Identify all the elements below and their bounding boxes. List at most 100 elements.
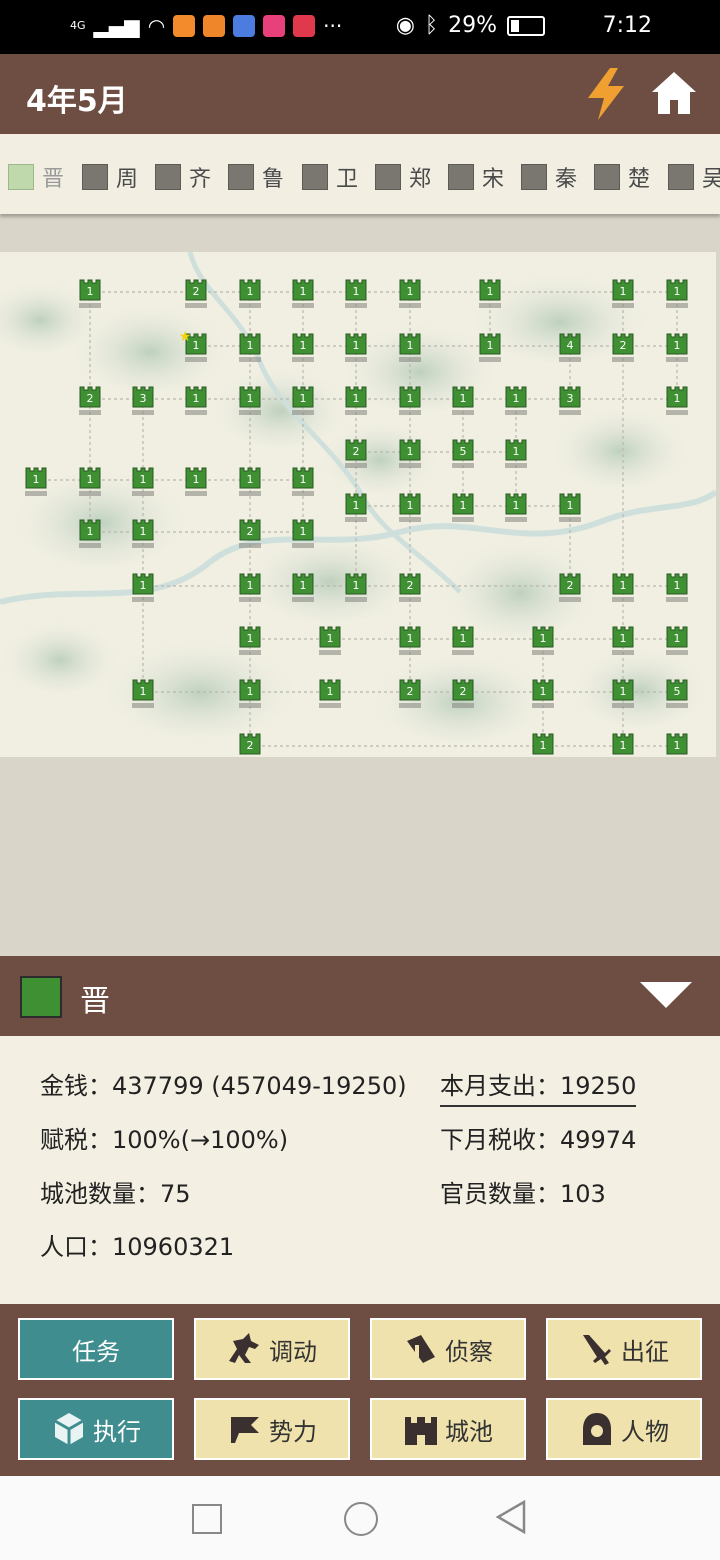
city-marker[interactable]: 1 [452,493,474,522]
city-marker[interactable]: 1 [239,573,261,602]
city-marker[interactable]: 1 [239,279,261,308]
chevron-down-icon[interactable] [640,982,692,1008]
city-marker[interactable]: 1 [239,333,261,362]
city-marker[interactable]: 2 [345,439,367,468]
scout-button[interactable]: 侦察 [370,1318,526,1380]
city-marker[interactable]: 2 [452,679,474,708]
city-marker[interactable]: 1 [292,519,314,548]
faction-filter-1[interactable]: 晋 [8,162,64,192]
map-canvas[interactable]: 1 2 1 1 1 1 1 1 1 1 1 1 1 1 1 4 2 1 2 3 1 1 1 1 1 1 1 3 1 2 1 5 1 1 1 1 1 1 1 1… [0,252,716,757]
city-marker[interactable]: 1 [345,279,367,308]
city-marker[interactable]: 2 [185,279,207,308]
city-marker[interactable]: 1 [452,626,474,655]
city-marker[interactable]: 1 [132,467,154,496]
city-marker[interactable]: 1 [239,679,261,708]
city-marker[interactable]: 1 [505,493,527,522]
back-button[interactable] [496,1500,526,1534]
expedition-button[interactable]: 出征 [546,1318,702,1380]
city-marker[interactable]: 1 [239,467,261,496]
city-marker[interactable]: 1 [79,519,101,548]
city-marker[interactable]: 2 [559,573,581,602]
city-marker[interactable]: 5 [666,679,688,708]
home-button[interactable] [344,1502,378,1536]
city-marker[interactable]: 1 [612,626,634,655]
monthly-expense-link[interactable]: 本月支出：19250 [440,1066,637,1107]
city-marker[interactable]: 1 [345,573,367,602]
bolt-icon[interactable] [584,68,628,120]
city-marker[interactable]: 1 [239,386,261,415]
city-marker[interactable]: 1 [532,679,554,708]
recent-apps-button[interactable] [192,1504,222,1534]
city-marker[interactable]: 4 [559,333,581,362]
faction-filter-4[interactable]: 鲁 [228,162,284,192]
faction-filter-3[interactable]: 齐 [155,162,211,192]
city-marker[interactable]: 1 [666,279,688,308]
city-marker[interactable]: 2 [239,733,261,757]
city-marker[interactable]: 1 [612,679,634,708]
faction-filter-7[interactable]: 宋 [448,162,504,192]
city-marker[interactable]: 1 [452,386,474,415]
city-marker[interactable]: 1 [345,386,367,415]
city-marker[interactable]: 1 [132,573,154,602]
execute-button[interactable]: 执行 [18,1398,174,1460]
city-marker[interactable]: 1 [666,573,688,602]
city-marker[interactable]: 1 [345,333,367,362]
city-marker[interactable]: 2 [399,573,421,602]
city-marker[interactable]: 1 [185,467,207,496]
city-marker[interactable]: 2 [399,679,421,708]
city-marker[interactable]: 1 [292,467,314,496]
city-marker[interactable]: 1 [399,493,421,522]
city-marker[interactable]: 1 [399,626,421,655]
world-map[interactable]: 1 2 1 1 1 1 1 1 1 1 1 1 1 1 1 4 2 1 2 3 1 1 1 1 1 1 1 3 1 2 1 5 1 1 1 1 1 1 1 1… [0,252,716,757]
city-marker[interactable]: 1 [532,733,554,757]
city-marker[interactable]: 1 [666,386,688,415]
city-marker[interactable]: 1 [666,333,688,362]
city-marker[interactable]: 1 [666,733,688,757]
city-marker[interactable]: 1 [505,386,527,415]
city-marker[interactable]: 1 [505,439,527,468]
faction-filter-9[interactable]: 楚 [594,162,650,192]
city-marker[interactable]: 5 [452,439,474,468]
city-marker[interactable]: 1 [292,333,314,362]
transfer-button[interactable]: 调动 [194,1318,350,1380]
faction-filter-2[interactable]: 周 [82,162,138,192]
city-marker[interactable]: 1 [132,679,154,708]
task-button[interactable]: 任务 [18,1318,174,1380]
city-marker[interactable]: 1 [559,493,581,522]
faction-filter-5[interactable]: 卫 [302,162,358,192]
city-marker[interactable]: 1 [666,626,688,655]
city-marker[interactable]: 1 [292,279,314,308]
city-marker[interactable]: 2 [79,386,101,415]
city-marker[interactable]: 1 [399,386,421,415]
city-marker[interactable]: 1 [479,333,501,362]
city-marker[interactable]: 1 [185,386,207,415]
city-marker[interactable]: 1 [239,626,261,655]
faction-filter-8[interactable]: 秦 [521,162,577,192]
home-icon[interactable] [650,70,698,116]
faction-filter-10[interactable]: 吴 [668,162,720,192]
person-button[interactable]: 人物 [546,1398,702,1460]
city-marker[interactable]: 1 [345,493,367,522]
city-marker[interactable]: 1 [399,333,421,362]
city-marker[interactable]: 1 [292,386,314,415]
city-marker[interactable]: 1 [132,519,154,548]
city-marker[interactable]: 1 [319,679,341,708]
city-marker[interactable]: 1 [612,733,634,757]
city-marker[interactable]: 1 [79,279,101,308]
city-button[interactable]: 城池 [370,1398,526,1460]
city-marker[interactable]: 1 [479,279,501,308]
city-marker[interactable]: 1 [25,467,47,496]
faction-button[interactable]: 势力 [194,1398,350,1460]
city-marker[interactable]: 1 [612,573,634,602]
city-marker[interactable]: 1 [79,467,101,496]
city-marker[interactable]: 2 [612,333,634,362]
city-marker[interactable]: 2 [239,519,261,548]
city-marker[interactable]: 1 [319,626,341,655]
city-marker[interactable]: 1 [399,439,421,468]
city-marker[interactable]: 3 [132,386,154,415]
city-marker[interactable]: 1 [399,279,421,308]
city-marker[interactable]: 3 [559,386,581,415]
city-marker[interactable]: 1 [532,626,554,655]
faction-filter-6[interactable]: 郑 [375,162,431,192]
city-marker[interactable]: 1 [612,279,634,308]
